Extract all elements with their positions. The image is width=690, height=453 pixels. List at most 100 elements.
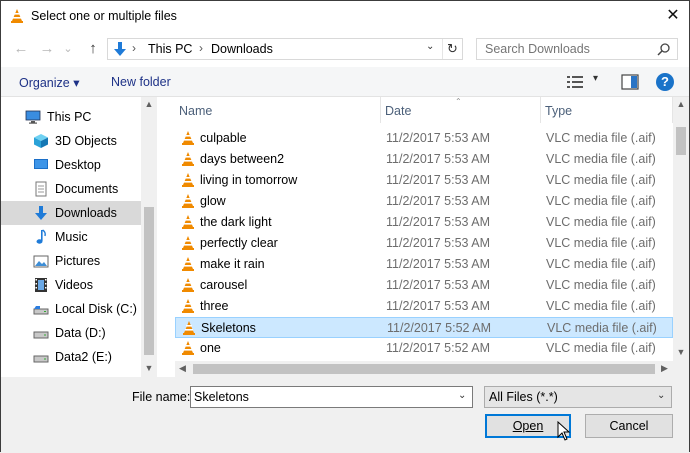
scroll-down-arrow[interactable]: ▼ xyxy=(676,347,686,357)
column-header-type[interactable]: Type xyxy=(541,97,673,123)
file-date: 11/2/2017 5:52 AM xyxy=(386,341,491,355)
file-type: VLC media file (.aif) xyxy=(546,173,656,187)
up-button[interactable]: ↑ xyxy=(83,39,103,59)
file-name: living in tomorrow xyxy=(200,173,298,187)
arrow-right-icon: → xyxy=(39,40,55,57)
file-date: 11/2/2017 5:53 AM xyxy=(386,236,491,250)
drive-icon xyxy=(33,355,49,363)
file-name-input[interactable] xyxy=(191,387,451,407)
file-list-horizontal-scrollbar[interactable]: ◀ ▶ xyxy=(175,361,673,377)
sidebar-item-label: Music xyxy=(55,230,88,244)
column-header-name[interactable]: Name xyxy=(175,97,381,123)
forward-button[interactable]: → xyxy=(37,39,57,59)
sidebar-scrollbar[interactable]: ▲ ▼ xyxy=(141,97,157,377)
sidebar-item-downloads[interactable]: Downloads xyxy=(1,201,141,225)
mouse-pointer-icon xyxy=(557,421,571,441)
scroll-up-arrow[interactable]: ▲ xyxy=(676,99,686,109)
file-row[interactable]: glow 11/2/2017 5:53 AM VLC media file (.… xyxy=(175,191,673,212)
details-view-icon[interactable] xyxy=(567,75,583,89)
command-bar: Organize ▾ New folder ▾ ? xyxy=(1,67,689,97)
file-name-combobox[interactable]: ⌄ xyxy=(190,386,473,408)
file-row[interactable]: days between2 11/2/2017 5:53 AM VLC medi… xyxy=(175,149,673,170)
file-type: VLC media file (.aif) xyxy=(546,257,656,271)
film-icon xyxy=(35,278,47,292)
sidebar-item-documents[interactable]: Documents xyxy=(1,177,141,201)
sidebar-item-videos[interactable]: Videos xyxy=(1,273,141,297)
breadcrumb-separator: › xyxy=(132,41,136,55)
scroll-right-arrow[interactable]: ▶ xyxy=(661,363,671,374)
pane-splitter[interactable] xyxy=(157,97,175,377)
download-arrow-icon xyxy=(35,206,47,220)
title-bar: Select one or multiple files ✕ xyxy=(1,1,689,31)
computer-icon xyxy=(25,110,41,124)
scrollbar-thumb[interactable] xyxy=(193,364,655,374)
file-type: VLC media file (.aif) xyxy=(546,278,656,292)
file-name: days between2 xyxy=(200,152,285,166)
music-note-icon xyxy=(36,229,46,244)
file-name: perfectly clear xyxy=(200,236,278,250)
sidebar-item-desktop[interactable]: Desktop xyxy=(1,153,141,177)
sidebar-item-label: This PC xyxy=(47,110,92,124)
file-row[interactable]: make it rain 11/2/2017 5:53 AM VLC media… xyxy=(175,254,673,275)
organize-button[interactable]: Organize ▾ xyxy=(19,75,79,90)
sidebar-item-label: Data2 (E:) xyxy=(55,350,112,364)
scrollbar-thumb[interactable] xyxy=(676,127,686,155)
search-box[interactable] xyxy=(476,38,678,60)
sidebar-item-this-pc[interactable]: This PC xyxy=(1,105,141,129)
scrollbar-corner xyxy=(673,361,689,377)
back-button[interactable]: ← xyxy=(11,39,31,59)
vlc-cone-icon xyxy=(182,278,194,292)
file-type-filter[interactable]: All Files (*.*) ⌄ xyxy=(484,386,672,408)
scrollbar-thumb[interactable] xyxy=(144,207,154,355)
refresh-button[interactable]: ↻ xyxy=(442,39,462,59)
sidebar-item-3d-objects[interactable]: 3D Objects xyxy=(1,129,141,153)
vlc-cone-icon xyxy=(182,257,194,271)
sidebar-item-local-disk-c[interactable]: Local Disk (C:) xyxy=(1,297,141,321)
search-input[interactable] xyxy=(477,39,647,59)
file-row-selected[interactable]: Skeletons 11/2/2017 5:52 AM VLC media fi… xyxy=(175,317,673,338)
file-date: 11/2/2017 5:53 AM xyxy=(386,299,491,313)
help-icon[interactable]: ? xyxy=(656,73,674,91)
file-name: glow xyxy=(200,194,226,208)
view-options-dropdown[interactable]: ▾ xyxy=(593,73,598,84)
chevron-down-icon[interactable]: ⌄ xyxy=(458,390,466,401)
file-name: the dark light xyxy=(200,215,272,229)
navigation-pane: This PC 3D Objects Desktop Documents Dow… xyxy=(1,97,157,377)
recent-locations-button[interactable]: ⌄ xyxy=(61,39,75,59)
drive-icon xyxy=(33,331,49,339)
file-open-dialog: Select one or multiple files ✕ ← → ⌄ ↑ ›… xyxy=(0,0,690,453)
preview-pane-icon[interactable] xyxy=(621,74,639,90)
file-row[interactable]: perfectly clear 11/2/2017 5:53 AM VLC me… xyxy=(175,233,673,254)
chevron-down-icon: ⌄ xyxy=(657,390,666,401)
address-bar[interactable]: › This PC › Downloads ⌄ ↻ xyxy=(107,38,463,60)
search-icon xyxy=(657,43,670,56)
scroll-up-arrow[interactable]: ▲ xyxy=(144,99,154,109)
sidebar-item-data-d[interactable]: Data (D:) xyxy=(1,321,141,345)
file-row[interactable]: three 11/2/2017 5:53 AM VLC media file (… xyxy=(175,296,673,317)
file-row[interactable]: the dark light 11/2/2017 5:53 AM VLC med… xyxy=(175,212,673,233)
sidebar-item-music[interactable]: Music xyxy=(1,225,141,249)
breadcrumb-downloads[interactable]: Downloads xyxy=(211,42,273,56)
breadcrumb-this-pc[interactable]: This PC xyxy=(148,42,192,56)
file-row[interactable]: one 11/2/2017 5:52 AM VLC media file (.a… xyxy=(175,338,673,359)
file-row[interactable]: culpable 11/2/2017 5:53 AM VLC media fil… xyxy=(175,128,673,149)
file-row[interactable]: carousel 11/2/2017 5:53 AM VLC media fil… xyxy=(175,275,673,296)
file-list-vertical-scrollbar[interactable]: ▲ ▼ xyxy=(673,97,689,361)
dialog-footer: File name: ⌄ All Files (*.*) ⌄ Open Canc… xyxy=(1,377,689,453)
chevron-down-icon[interactable]: ⌄ xyxy=(426,41,434,52)
vlc-cone-icon xyxy=(11,9,23,23)
file-rows: culpable 11/2/2017 5:53 AM VLC media fil… xyxy=(175,123,673,363)
cancel-button[interactable]: Cancel xyxy=(585,414,673,438)
arrow-left-icon: ← xyxy=(13,40,29,57)
file-row[interactable]: living in tomorrow 11/2/2017 5:53 AM VLC… xyxy=(175,170,673,191)
sort-indicator-icon: ⌃ xyxy=(455,97,462,106)
scroll-left-arrow[interactable]: ◀ xyxy=(179,363,189,374)
file-type: VLC media file (.aif) xyxy=(546,194,656,208)
sidebar-item-data2-e[interactable]: Data2 (E:) xyxy=(1,345,141,369)
new-folder-button[interactable]: New folder xyxy=(111,75,171,89)
sidebar-item-pictures[interactable]: Pictures xyxy=(1,249,141,273)
close-button[interactable]: ✕ xyxy=(661,5,685,27)
vlc-cone-icon xyxy=(183,321,195,335)
window-title: Select one or multiple files xyxy=(31,9,177,23)
scroll-down-arrow[interactable]: ▼ xyxy=(144,363,154,373)
